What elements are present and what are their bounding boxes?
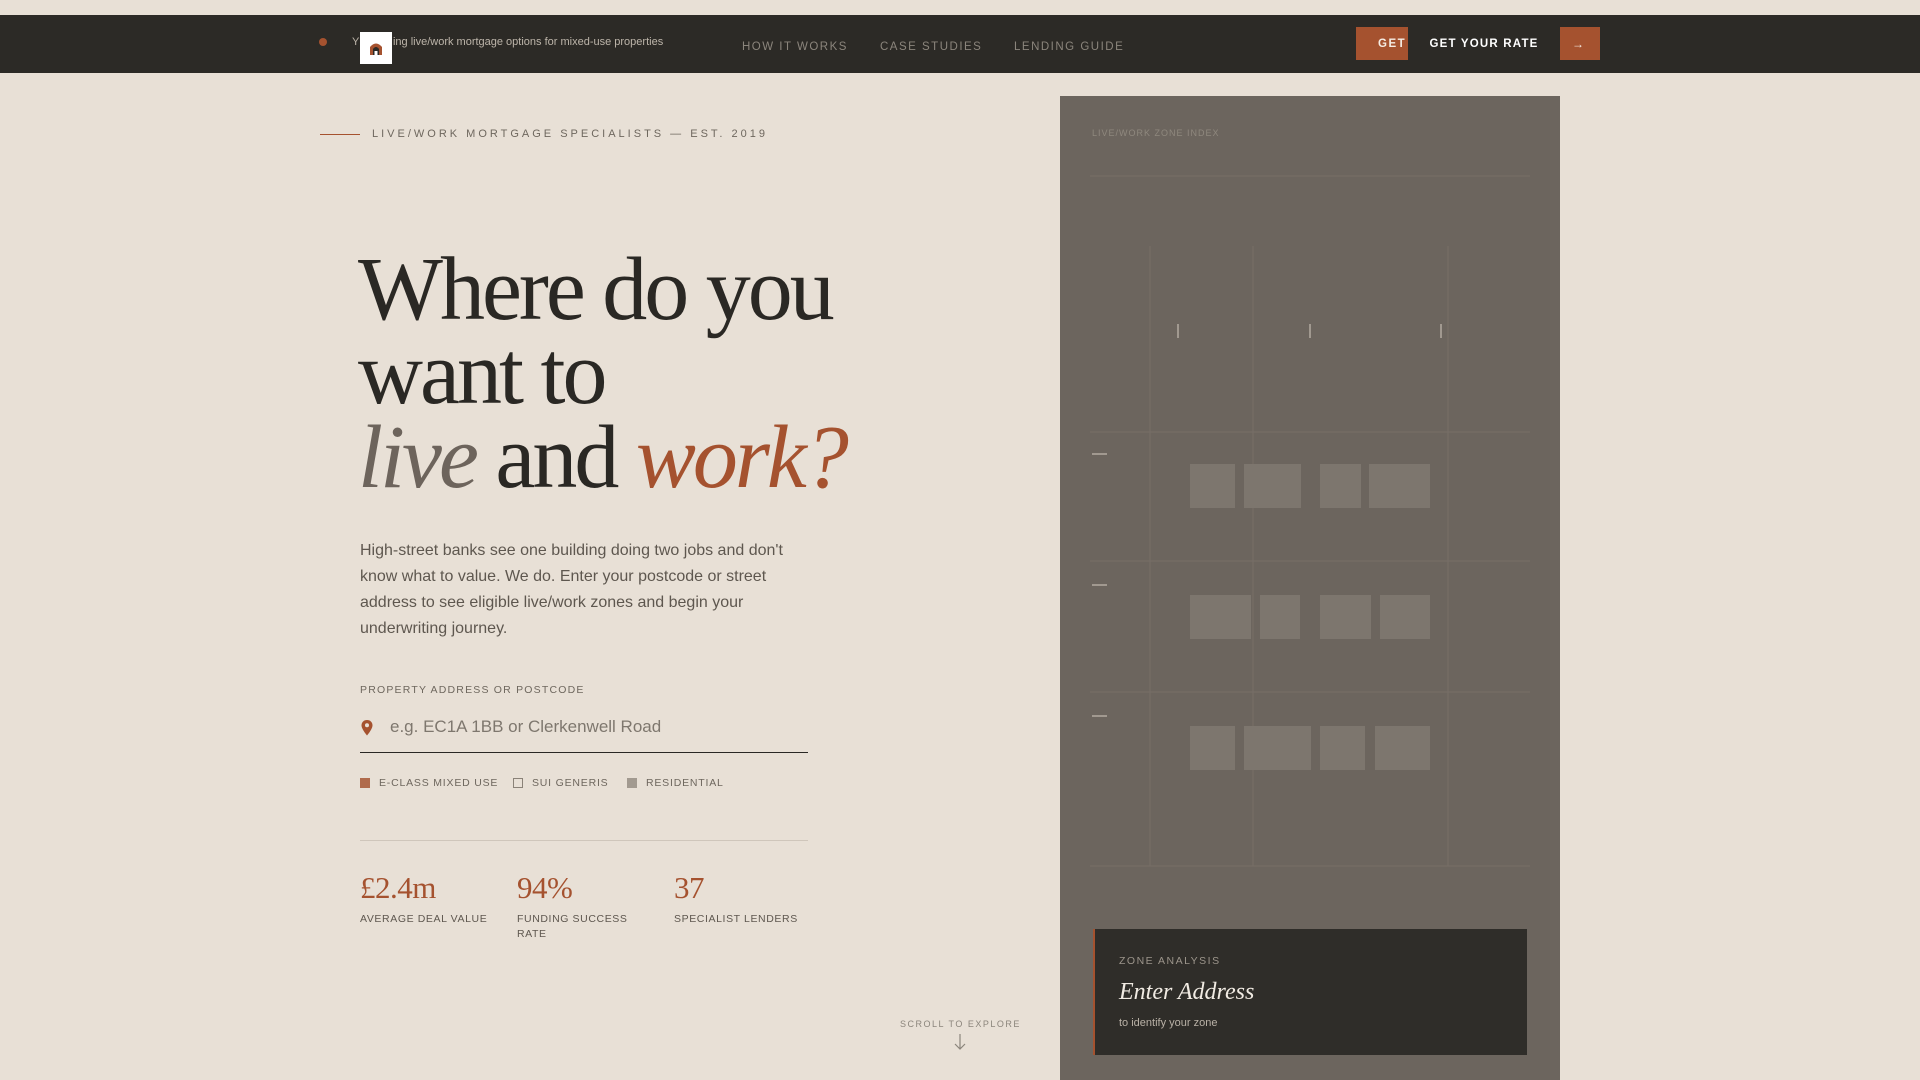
scroll-label: SCROLL TO EXPLORE — [900, 1019, 1021, 1029]
scroll-cue[interactable]: SCROLL TO EXPLORE — [900, 1019, 1020, 1056]
stat-value: £2.4m — [360, 870, 436, 905]
address-search-input[interactable] — [388, 711, 802, 743]
nav-link-case-studies[interactable]: CASE STUDIES — [880, 41, 982, 53]
zone-analysis-card: ZONE ANALYSIS Enter Address to identify … — [1093, 929, 1527, 1055]
stat-value: 37 — [674, 870, 705, 905]
legend-swatch-filled-icon — [360, 778, 370, 788]
hero-eyebrow: LIVE/WORK MORTGAGE SPECIALISTS — EST. 20… — [372, 128, 768, 140]
house-arch-icon — [370, 43, 382, 55]
cta-label: GET YOUR RATE — [1408, 27, 1560, 60]
legend-item-residential[interactable]: RESIDENTIAL — [627, 777, 724, 789]
top-navigation: Y… ie…ing live/work mortgage options for… — [0, 15, 1920, 73]
nav-link-how-it-works[interactable]: HOW IT WORKS — [742, 41, 848, 53]
top-strip — [0, 0, 1920, 15]
stats-divider — [360, 840, 808, 841]
stat-specialist-lenders: 37 SPECIALIST LENDERS — [674, 870, 824, 927]
zone-map-panel: LIVE/WORK ZONE INDEX ZONE ANALYSIS Enter… — [1060, 96, 1560, 1080]
zone-index-title: LIVE/WORK ZONE INDEX — [1092, 128, 1220, 138]
headline-live: live — [358, 408, 479, 507]
address-field — [360, 711, 808, 753]
zone-card-title: Enter Address — [1119, 979, 1255, 1005]
legend-swatch-filled-icon — [627, 778, 637, 788]
stat-average-deal-value: £2.4m AVERAGE DEAL VALUE — [360, 870, 510, 927]
legend-swatch-outline-icon — [513, 778, 523, 788]
legend-item-e-class[interactable]: E-CLASS MIXED USE — [360, 777, 498, 789]
legend-label: RESIDENTIAL — [646, 777, 724, 789]
stat-label: AVERAGE DEAL VALUE — [360, 913, 488, 925]
legend-label: E-CLASS MIXED USE — [379, 777, 499, 789]
brand-logo[interactable] — [360, 32, 392, 64]
legend-item-sui-generis[interactable]: SUI GENERIS — [513, 777, 608, 789]
get-your-rate-button[interactable]: GET YOUR RATE → — [1408, 27, 1600, 60]
stat-label: SPECIALIST LENDERS — [674, 913, 798, 925]
nav-link-lending-guide[interactable]: LENDING GUIDE — [1014, 41, 1124, 53]
headline-and: and — [475, 408, 636, 507]
nav-banner-text: Y… ie…ing live/work mortgage options for… — [352, 36, 664, 48]
address-field-label: PROPERTY ADDRESS OR POSTCODE — [360, 684, 585, 696]
hero-lead-paragraph: High-street banks see one building doing… — [360, 542, 783, 637]
status-dot-icon — [319, 38, 327, 46]
stat-value: 94% — [517, 870, 573, 905]
zone-card-eyebrow: ZONE ANALYSIS — [1119, 955, 1221, 967]
arrow-right-icon: → — [1572, 36, 1584, 51]
stat-funding-success-rate: 94% FUNDING SUCCESS RATE — [517, 870, 637, 942]
map-pin-icon — [361, 720, 373, 736]
hero-headline: Where do you want to live and work? — [358, 245, 849, 503]
arrow-down-icon — [954, 1034, 966, 1050]
headline-work: work? — [635, 408, 849, 507]
zone-card-subtitle: to identify your zone — [1119, 1017, 1218, 1029]
legend-label: SUI GENERIS — [532, 777, 609, 789]
stat-label: FUNDING SUCCESS RATE — [517, 913, 628, 940]
eyebrow-rule — [320, 134, 360, 135]
